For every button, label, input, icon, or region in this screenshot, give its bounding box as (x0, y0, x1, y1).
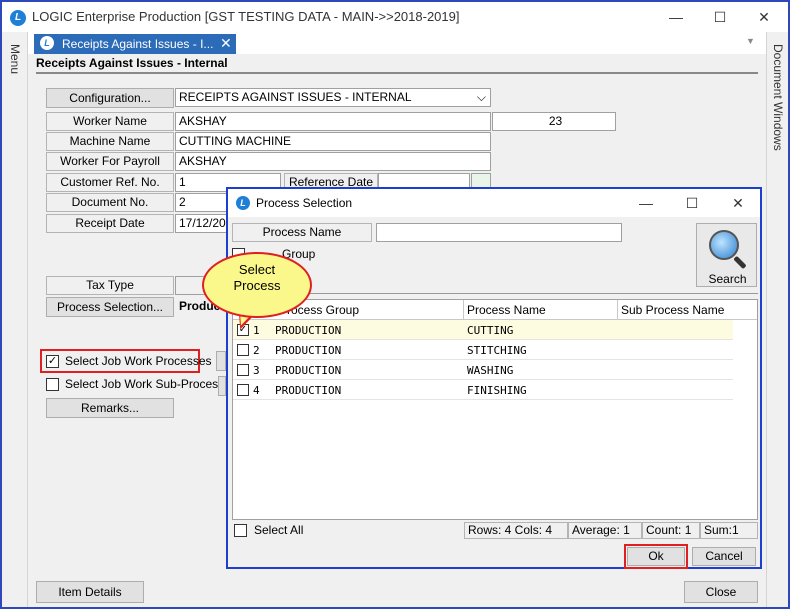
tab-overflow-icon[interactable]: ▼ (746, 36, 755, 46)
maximize-button[interactable]: ☐ (698, 4, 742, 30)
select-job-work-checkbox[interactable]: ✓ (46, 355, 59, 368)
col-separator (617, 300, 618, 320)
row-number: 1 (253, 324, 260, 337)
row-process-group: PRODUCTION (275, 364, 342, 377)
row-number: 2 (253, 344, 260, 357)
process-name-label: Process Name (232, 223, 372, 242)
select-process-callout: Select Process (202, 252, 312, 318)
process-grid[interactable]: Process Group Process Name Sub Process N… (232, 299, 758, 520)
document-no-label: Document No. (46, 193, 174, 212)
app-logo-icon: L (10, 10, 26, 26)
close-button[interactable]: Close (684, 581, 758, 603)
row-process-group: PRODUCTION (275, 384, 342, 397)
row-process-name: WASHING (467, 364, 514, 377)
table-row[interactable]: 2 PRODUCTION STITCHING (233, 340, 733, 360)
row-process-group: PRODUCTION (275, 344, 342, 357)
ok-button[interactable]: Ok (627, 547, 685, 566)
worker-name-field[interactable]: AKSHAY (175, 112, 491, 131)
configuration-value: RECEIPTS AGAINST ISSUES - INTERNAL (179, 90, 412, 104)
select-job-work-sub-checkbox[interactable] (46, 378, 59, 391)
heading-divider (36, 72, 758, 74)
machine-name-field[interactable]: CUTTING MACHINE (175, 132, 491, 151)
select-job-work-label: Select Job Work Processes (65, 354, 212, 368)
dialog-divider (232, 293, 758, 294)
select-all-label: Select All (254, 523, 304, 537)
row-process-name: STITCHING (467, 344, 527, 357)
close-window-button[interactable]: ✕ (742, 4, 786, 30)
tab-label: Receipts Against Issues - I... (62, 37, 214, 51)
select-job-work-sub-label: Select Job Work Sub-Process (65, 377, 225, 391)
dialog-logo-icon: L (236, 196, 250, 210)
callout-line2: Process (233, 278, 281, 293)
dialog-title: Process Selection (256, 196, 353, 210)
grid-header: Process Group Process Name Sub Process N… (233, 300, 757, 320)
cancel-button[interactable]: Cancel (692, 547, 756, 566)
dialog-status-bar: Select All Rows: 4 Cols: 4 Average: 1 Co… (232, 522, 758, 539)
minimize-button[interactable]: — (654, 4, 698, 30)
document-windows-label[interactable]: Document Windows (771, 44, 785, 151)
document-windows-sidebar[interactable]: Document Windows (766, 32, 788, 607)
row-number: 3 (253, 364, 260, 377)
app-window: L LOGIC Enterprise Production [GST TESTI… (0, 0, 790, 609)
row-checkbox[interactable] (237, 364, 249, 376)
tab-receipts-against-issues[interactable]: L Receipts Against Issues - I... ✕ (34, 34, 236, 54)
customer-ref-label: Customer Ref. No. (46, 173, 174, 192)
worker-name-label: Worker Name (46, 112, 174, 131)
remarks-button[interactable]: Remarks... (46, 398, 174, 418)
row-process-name: CUTTING (467, 324, 514, 337)
search-button[interactable]: Search (696, 223, 757, 287)
callout-line1: Select (238, 262, 276, 277)
dialog-title-bar: L Process Selection — ☐ ✕ (228, 189, 760, 217)
table-row[interactable]: ✓ 1 PRODUCTION CUTTING (233, 320, 733, 340)
machine-name-label: Machine Name (46, 132, 174, 151)
select-all-checkbox[interactable] (234, 524, 247, 537)
configuration-select[interactable]: RECEIPTS AGAINST ISSUES - INTERNAL ⌵ (175, 88, 491, 107)
search-icon (709, 230, 739, 260)
title-bar: L LOGIC Enterprise Production [GST TESTI… (2, 2, 788, 32)
status-count: Count: 1 (642, 522, 700, 539)
receipt-date-label: Receipt Date (46, 214, 174, 233)
document-logo-icon: L (40, 36, 54, 50)
worker-payroll-label: Worker For Payroll (46, 152, 174, 171)
document-tab-strip: L Receipts Against Issues - I... ✕ ▼ (28, 32, 766, 54)
status-rows-cols: Rows: 4 Cols: 4 (464, 522, 568, 539)
col-separator (463, 300, 464, 320)
window-title: LOGIC Enterprise Production [GST TESTING… (32, 9, 460, 24)
search-icon-handle (733, 255, 747, 270)
status-sum: Sum:1 (700, 522, 758, 539)
table-row[interactable]: 3 PRODUCTION WASHING (233, 360, 733, 380)
row-checkbox[interactable] (237, 344, 249, 356)
tax-type-label: Tax Type (46, 276, 174, 295)
col-sub-process-name[interactable]: Sub Process Name (621, 303, 724, 317)
menu-label[interactable]: Menu (8, 44, 22, 74)
dialog-minimize-button[interactable]: — (624, 191, 668, 215)
process-selection-button[interactable]: Process Selection... (46, 297, 174, 317)
col-process-name[interactable]: Process Name (467, 303, 546, 317)
menu-sidebar[interactable]: Menu (2, 32, 28, 607)
search-label: Search (708, 272, 747, 286)
dialog-close-button[interactable]: ✕ (716, 191, 760, 215)
row-number: 4 (253, 384, 260, 397)
job-work-side-button[interactable] (216, 351, 226, 371)
item-details-button[interactable]: Item Details (36, 581, 144, 603)
process-selection-dialog: L Process Selection — ☐ ✕ Process Name G… (226, 187, 762, 569)
configuration-button[interactable]: Configuration... (46, 88, 174, 108)
process-name-input[interactable] (376, 223, 622, 242)
worker-code-field[interactable]: 23 (492, 112, 616, 131)
form-heading: Receipts Against Issues - Internal (36, 56, 228, 70)
table-row[interactable]: 4 PRODUCTION FINISHING (233, 380, 733, 400)
status-average: Average: 1 (568, 522, 642, 539)
row-process-group: PRODUCTION (275, 324, 342, 337)
row-process-name: FINISHING (467, 384, 527, 397)
worker-payroll-field[interactable]: AKSHAY (175, 152, 491, 171)
job-work-sub-side-button[interactable] (218, 376, 226, 396)
row-checkbox[interactable] (237, 384, 249, 396)
chevron-down-icon[interactable]: ⌵ (477, 89, 486, 106)
dialog-maximize-button[interactable]: ☐ (670, 191, 714, 215)
tab-close-icon[interactable]: ✕ (220, 35, 232, 52)
